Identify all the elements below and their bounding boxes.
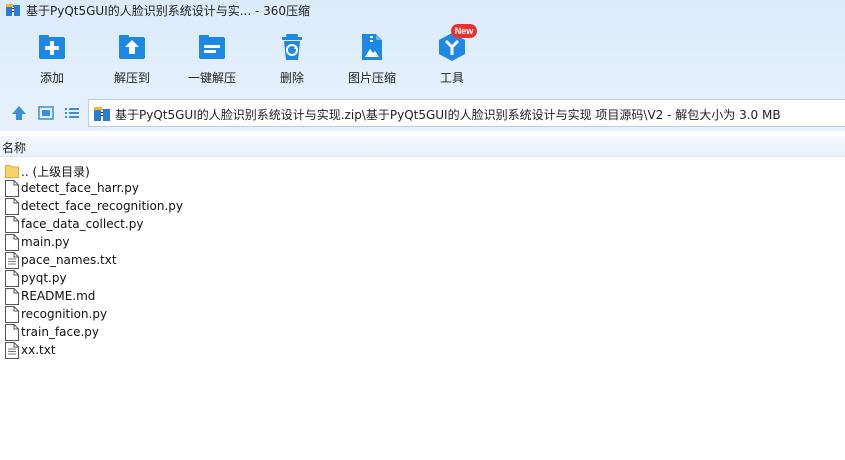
file-name: recognition.py — [21, 307, 108, 321]
file-name: pyqt.py — [21, 271, 67, 285]
title-bar: 基于PyQt5GUI的人脸识别系统设计与实... - 360压缩 — [0, 0, 845, 20]
list-item[interactable]: pace_names.txt — [0, 252, 300, 270]
delete-button[interactable]: 删除 — [252, 22, 332, 92]
file-icon — [5, 288, 19, 305]
file-icon — [5, 270, 19, 287]
extract-to-button[interactable]: 解压到 — [92, 22, 172, 92]
up-arrow-icon[interactable] — [10, 104, 28, 122]
text-file-icon — [5, 342, 19, 359]
file-name: xx.txt — [21, 343, 56, 357]
file-name: .. (上级目录) — [21, 165, 90, 179]
one-click-extract-button[interactable]: 一键解压 — [172, 22, 252, 92]
file-icon — [5, 198, 19, 215]
list-item[interactable]: train_face.py — [0, 324, 300, 342]
file-name: README.md — [21, 289, 96, 303]
thumbnail-view-icon[interactable] — [37, 104, 55, 122]
list-item[interactable]: face_data_collect.py — [0, 216, 300, 234]
file-icon — [5, 234, 19, 251]
file-icon — [5, 306, 19, 323]
list-item[interactable]: xx.txt — [0, 342, 300, 360]
list-item[interactable]: detect_face_harr.py — [0, 180, 300, 198]
file-name: pace_names.txt — [21, 253, 117, 267]
address-path: 基于PyQt5GUI的人脸识别系统设计与实现.zip\基于PyQt5GUI的人脸… — [115, 108, 781, 122]
file-name: face_data_collect.py — [21, 217, 144, 231]
list-item[interactable]: detect_face_recognition.py — [0, 198, 300, 216]
toolbar: 添加 解压到 一键解压 删除 图片压缩 New 工具 — [0, 22, 845, 92]
image-compress-label: 图片压缩 — [347, 71, 396, 85]
new-badge: New — [451, 24, 477, 38]
extract-to-label: 解压到 — [113, 71, 150, 85]
list-view-icon[interactable] — [63, 104, 81, 122]
window-chrome: 基于PyQt5GUI的人脸识别系统设计与实... - 360压缩 添加 解压到 — [0, 0, 845, 131]
tools-button[interactable]: New 工具 — [412, 22, 492, 92]
column-header-name[interactable]: 名称 — [0, 136, 845, 157]
address-row: 基于PyQt5GUI的人脸识别系统设计与实现.zip\基于PyQt5GUI的人脸… — [0, 97, 845, 130]
list-item[interactable]: main.py — [0, 234, 300, 252]
folder-icon — [5, 165, 19, 178]
one-click-extract-icon — [199, 35, 225, 59]
add-icon — [39, 35, 65, 59]
list-item[interactable]: recognition.py — [0, 306, 300, 324]
image-compress-button[interactable]: 图片压缩 — [332, 22, 412, 92]
text-file-icon — [5, 252, 19, 269]
file-name: train_face.py — [21, 325, 100, 339]
window-title: 基于PyQt5GUI的人脸识别系统设计与实... - 360压缩 — [26, 4, 311, 18]
list-item[interactable]: pyqt.py — [0, 270, 300, 288]
list-item-parent-folder[interactable]: .. (上级目录) — [0, 162, 300, 180]
archive-app-icon — [6, 4, 20, 16]
extract-to-icon — [119, 35, 145, 59]
add-label: 添加 — [39, 71, 64, 85]
file-name: detect_face_recognition.py — [21, 199, 184, 213]
delete-label: 删除 — [279, 71, 304, 85]
tools-label: 工具 — [439, 71, 464, 85]
file-icon — [5, 216, 19, 233]
trash-icon — [282, 34, 302, 60]
file-icon — [5, 324, 19, 341]
file-name: main.py — [21, 235, 70, 249]
one-click-extract-label: 一键解压 — [187, 71, 236, 85]
column-name-label: 名称 — [2, 141, 27, 155]
zip-file-icon — [94, 107, 110, 121]
file-icon — [5, 180, 19, 197]
image-compress-icon — [362, 34, 382, 60]
file-name: detect_face_harr.py — [21, 181, 139, 195]
list-item[interactable]: README.md — [0, 288, 300, 306]
address-bar[interactable]: 基于PyQt5GUI的人脸识别系统设计与实现.zip\基于PyQt5GUI的人脸… — [88, 99, 845, 127]
add-button[interactable]: 添加 — [12, 22, 92, 92]
